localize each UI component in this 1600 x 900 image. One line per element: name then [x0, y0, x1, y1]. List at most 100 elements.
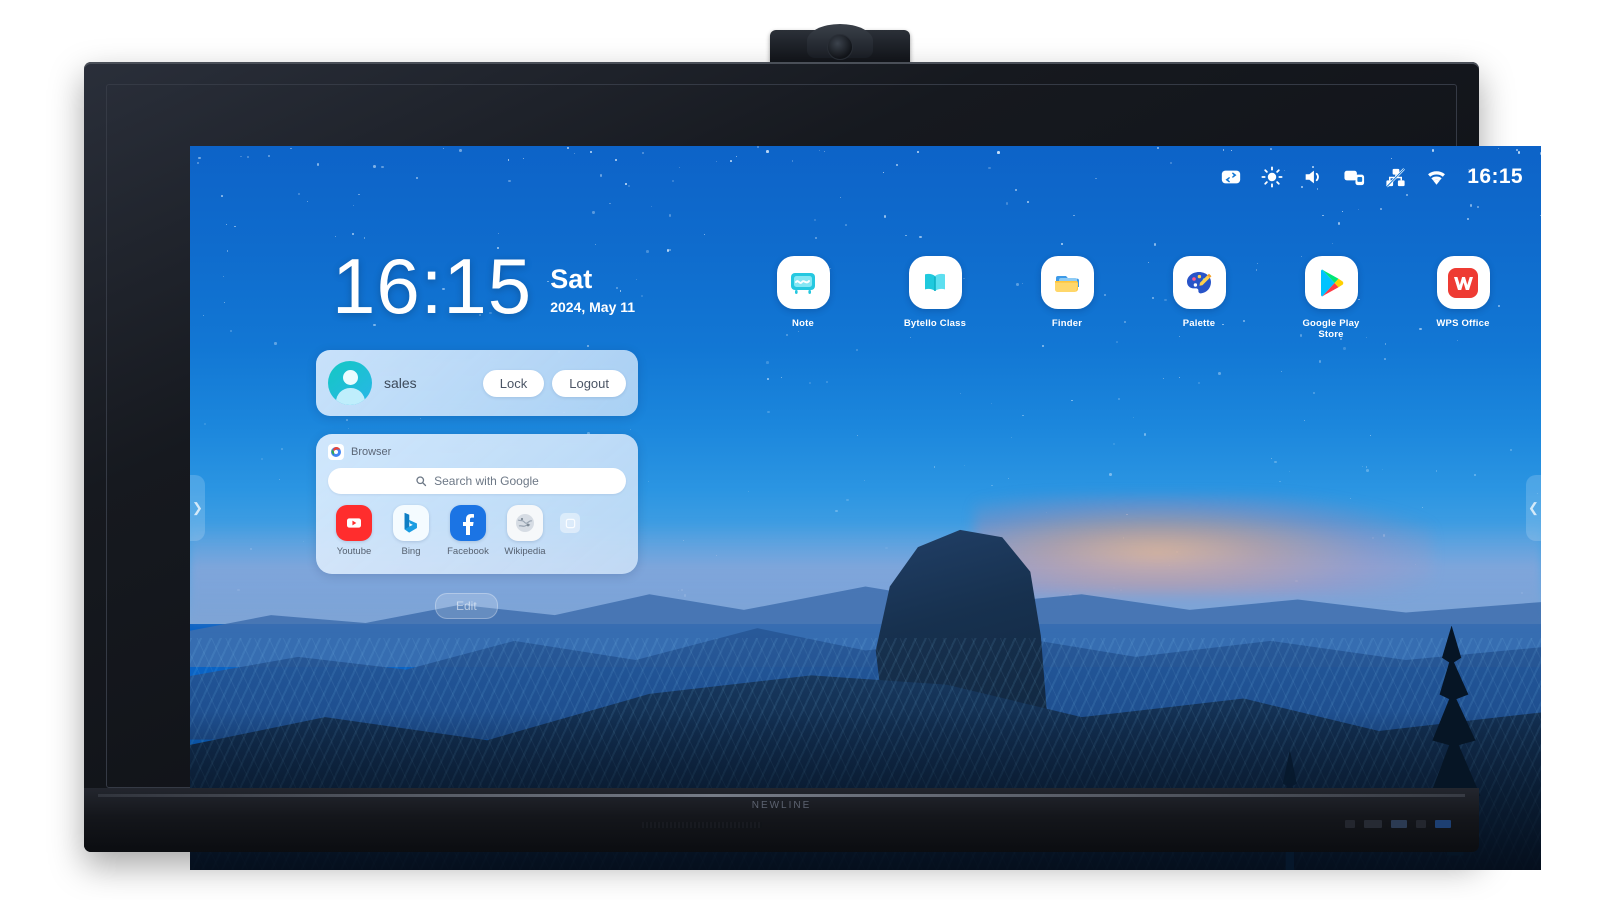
star — [415, 177, 418, 180]
star — [566, 146, 569, 149]
star — [1071, 400, 1073, 402]
network-off-icon[interactable] — [1383, 165, 1407, 189]
app-bytello-class[interactable]: Bytello Class — [897, 256, 973, 329]
star — [1456, 340, 1458, 341]
shortcut-bing[interactable]: Bing — [389, 505, 433, 557]
star — [1384, 358, 1386, 360]
star — [1517, 151, 1521, 155]
brightness-icon[interactable] — [1260, 165, 1284, 189]
star — [1331, 243, 1333, 245]
status-bar: 16:15 — [1219, 160, 1523, 194]
port-usb3 — [1435, 820, 1451, 828]
port-misc — [1416, 820, 1426, 828]
play-store-app-icon — [1304, 256, 1358, 309]
lock-button[interactable]: Lock — [482, 369, 545, 397]
wifi-icon[interactable] — [1424, 165, 1448, 189]
star — [964, 465, 965, 466]
star — [587, 344, 590, 347]
star — [1338, 222, 1341, 225]
app-label: Palette — [1182, 318, 1216, 329]
star — [863, 480, 865, 482]
app-google-play-store[interactable]: Google Play Store — [1293, 256, 1369, 340]
add-shortcut-button[interactable] — [560, 513, 580, 533]
star — [595, 244, 597, 246]
volume-icon[interactable] — [1301, 165, 1325, 189]
edit-button[interactable]: Edit — [435, 593, 498, 619]
star — [508, 179, 511, 183]
app-note[interactable]: Note — [765, 256, 841, 329]
browser-widget: Browser Search with Google Youtube Bing … — [316, 434, 638, 574]
star — [627, 185, 630, 188]
star — [715, 160, 717, 162]
interactive-flat-panel-display: 16:15 16:15 Sat 2024, May 11 sales Lock … — [0, 0, 1600, 900]
display-bezel: 16:15 16:15 Sat 2024, May 11 sales Lock … — [84, 62, 1541, 870]
shortcut-label: Youtube — [336, 546, 372, 557]
star — [592, 211, 595, 214]
app-label: Note — [792, 318, 814, 329]
star — [1170, 162, 1173, 165]
star — [1380, 208, 1382, 210]
app-label: Google Play Store — [1302, 318, 1360, 340]
search-input[interactable]: Search with Google — [328, 468, 626, 494]
star — [1369, 435, 1371, 436]
star — [1466, 218, 1469, 221]
star — [419, 417, 422, 420]
shortcut-label: Facebook — [447, 546, 489, 557]
star — [1217, 371, 1221, 375]
star — [614, 158, 617, 161]
side-bar-handle-right[interactable]: ❮ — [1526, 475, 1541, 541]
star — [1322, 214, 1324, 217]
star — [1113, 443, 1116, 446]
star — [815, 236, 818, 240]
star — [1469, 204, 1473, 207]
star — [668, 214, 672, 217]
star — [808, 382, 811, 385]
input-source-icon[interactable] — [1219, 165, 1243, 189]
star — [223, 301, 225, 303]
star — [792, 160, 794, 162]
star — [1143, 433, 1147, 436]
avatar[interactable] — [328, 361, 372, 405]
logout-button[interactable]: Logout — [552, 369, 626, 397]
clock-date: 2024, May 11 — [550, 299, 636, 315]
app-palette[interactable]: Palette — [1161, 256, 1237, 329]
side-bar-handle-left[interactable]: ❯ — [190, 475, 205, 541]
star — [297, 192, 300, 195]
screen-share-icon[interactable] — [1342, 165, 1366, 189]
star — [573, 152, 575, 154]
star — [1222, 149, 1225, 152]
browser-shortcuts: Youtube Bing Facebook Wikipedia — [328, 505, 626, 557]
star — [1476, 205, 1480, 208]
star — [905, 235, 907, 237]
port-strip — [1345, 820, 1451, 828]
shortcut-label: Wikipedia — [504, 546, 546, 557]
app-finder[interactable]: Finder — [1029, 256, 1105, 329]
star — [507, 159, 509, 161]
star — [599, 174, 603, 177]
status-bar-time: 16:15 — [1467, 165, 1523, 188]
app-wps-office[interactable]: WPS Office — [1425, 256, 1501, 329]
star — [1279, 480, 1281, 483]
star — [267, 155, 270, 158]
chin-highlight — [98, 794, 1465, 797]
star — [729, 160, 732, 162]
star — [1153, 243, 1157, 246]
shortcut-wikipedia[interactable]: Wikipedia — [503, 505, 547, 557]
star — [1432, 149, 1435, 152]
bing-icon — [393, 505, 429, 541]
star — [1357, 209, 1359, 210]
star — [819, 149, 821, 151]
port-hdmi — [1364, 820, 1382, 828]
clock-weekday: Sat — [550, 264, 593, 294]
star — [640, 294, 643, 297]
star — [857, 435, 859, 437]
shortcut-facebook[interactable]: Facebook — [446, 505, 490, 557]
star — [1116, 340, 1119, 343]
star — [919, 235, 922, 238]
star — [636, 279, 638, 280]
star — [1117, 398, 1120, 401]
star — [765, 149, 769, 153]
user-name: sales — [384, 375, 417, 391]
shortcut-youtube[interactable]: Youtube — [332, 505, 376, 557]
search-placeholder: Search with Google — [434, 474, 539, 488]
